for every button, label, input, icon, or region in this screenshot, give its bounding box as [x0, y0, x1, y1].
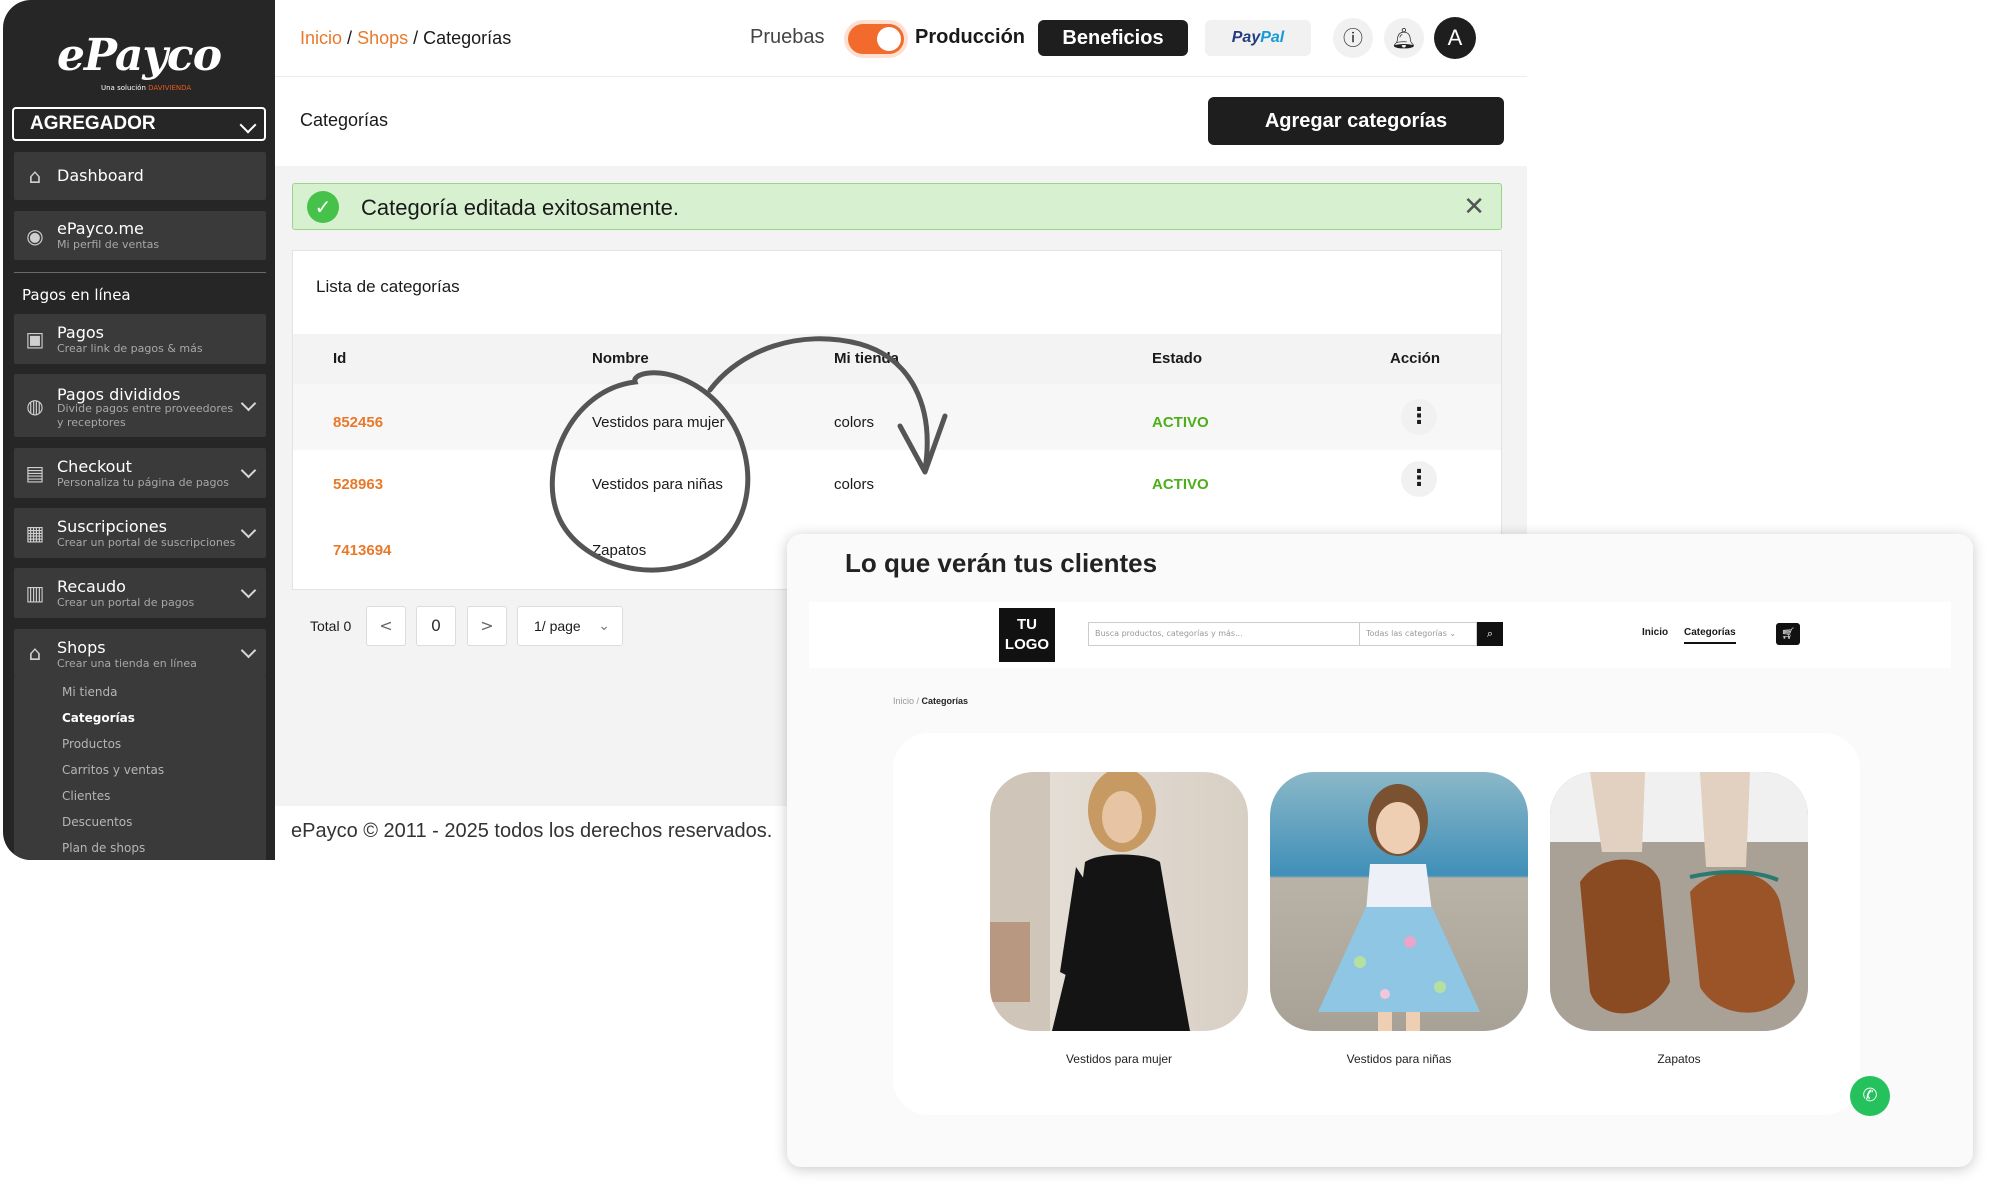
preview-title: Lo que verán tus clientes	[845, 548, 1158, 578]
store-icon: ⌂	[28, 641, 42, 665]
paypal-pay: Pay	[1231, 29, 1261, 46]
row-id[interactable]: 852456	[333, 414, 383, 431]
alert-message: Categoría editada exitosamente.	[361, 195, 679, 220]
submenu-item-descuentos[interactable]: Descuentos	[62, 815, 132, 829]
sidebar-item-checkout[interactable]: ▤ Checkout Personaliza tu página de pago…	[14, 448, 266, 498]
more-actions-icon[interactable]: ⋮	[1401, 461, 1437, 497]
sidebar-item-pagos-divididos[interactable]: ◍ Pagos divididos Divide pagos entre pro…	[14, 374, 266, 437]
logo-tagline: Una solución DAVIVIENDA	[101, 84, 192, 92]
money-icon: ▣	[25, 327, 45, 351]
submenu-item-mi-tienda[interactable]: Mi tienda	[62, 685, 118, 699]
girl-dress-image	[1318, 784, 1480, 1031]
breadcrumb-current: Categorías	[423, 28, 512, 48]
sidebar: ePayco Una solución DAVIVIENDA AGREGADOR…	[3, 0, 275, 860]
bell-icon[interactable]: 🔔︎	[1384, 18, 1424, 58]
prev-page-button[interactable]: <	[366, 606, 406, 646]
col-estado: Estado	[1152, 350, 1203, 367]
footer-copyright: ePayco © 2011 - 2025 todos los derechos …	[291, 820, 773, 842]
sidebar-item-recaudo[interactable]: ▥ Recaudo Crear un portal de pagos	[14, 568, 266, 618]
success-alert: ✓ Categoría editada exitosamente. ✕	[292, 183, 1502, 230]
account-type-select[interactable]: AGREGADOR	[12, 107, 266, 141]
breadcrumb: Inicio / Shops / Categorías	[300, 28, 512, 48]
paypal-button[interactable]: PayPal	[1205, 20, 1311, 56]
subscription-icon: ▦	[25, 521, 45, 545]
submenu-item-carritos[interactable]: Carritos y ventas	[62, 763, 164, 777]
submenu-item-clientes[interactable]: Clientes	[62, 789, 110, 803]
env-test-label: Pruebas	[750, 26, 825, 48]
shops-submenu: Mi tienda Categorías Productos Carritos …	[14, 677, 266, 860]
chevron-down-icon	[240, 462, 257, 479]
info-icon[interactable]: ⓘ	[1333, 18, 1373, 58]
col-accion: Acción	[1390, 350, 1441, 367]
close-icon[interactable]: ✕	[1463, 192, 1485, 222]
store-category-select[interactable]: Todas las categorías ⌄	[1359, 622, 1477, 646]
benefits-button[interactable]: Beneficios	[1038, 20, 1188, 56]
store-nav-inicio[interactable]: Inicio	[1642, 627, 1668, 638]
cart-icon[interactable]: 🛒︎	[1776, 623, 1800, 645]
pagination-total: Total 0	[310, 618, 352, 634]
chevron-down-icon	[239, 116, 257, 134]
section-label: Pagos en línea	[22, 286, 131, 304]
col-id: Id	[333, 350, 347, 367]
page-number[interactable]: 0	[416, 606, 456, 646]
row-state: ACTIVO	[1152, 414, 1209, 431]
next-page-button[interactable]: >	[467, 606, 507, 646]
paypal-pal: Pal	[1260, 29, 1285, 46]
checkout-icon: ▤	[25, 461, 45, 485]
submenu-item-productos[interactable]: Productos	[62, 737, 121, 751]
collection-icon: ▥	[25, 581, 45, 605]
whatsapp-icon[interactable]: ✆	[1850, 1076, 1890, 1116]
breadcrumb-shops[interactable]: Shops	[357, 28, 408, 48]
profile-icon: ◉	[26, 223, 44, 248]
chevron-down-icon	[240, 582, 257, 599]
chevron-down-icon	[240, 642, 257, 659]
sidebar-item-epayco-me[interactable]: ◉ ePayco.me Mi perfil de ventas	[14, 211, 266, 260]
env-prod-label: Producción	[915, 26, 1026, 48]
home-icon: ⌂	[28, 164, 42, 188]
add-category-button[interactable]: Agregar categorías	[1208, 97, 1504, 145]
submenu-item-plan-de-shops[interactable]: Plan de shops	[62, 841, 145, 855]
category-label-girls[interactable]: Vestidos para niñas	[1270, 1052, 1528, 1066]
sidebar-divider	[14, 272, 266, 273]
store-search-input[interactable]: Busca productos, categorías y más... Tod…	[1088, 622, 1503, 646]
toggle-knob	[877, 27, 901, 51]
category-label-women[interactable]: Vestidos para mujer	[990, 1052, 1248, 1066]
avatar[interactable]: A	[1434, 17, 1476, 59]
epayco-logo: ePayco	[56, 30, 222, 81]
category-image-women-dresses[interactable]	[990, 772, 1248, 1031]
page-title: Categorías	[300, 110, 389, 130]
check-icon: ✓	[307, 191, 339, 223]
list-title: Lista de categorías	[316, 277, 460, 296]
search-icon[interactable]: ⌕	[1477, 622, 1503, 646]
chevron-down-icon: ⌄	[598, 617, 610, 633]
sidebar-item-shops[interactable]: ⌂ Shops Crear una tienda en línea	[14, 629, 266, 677]
row-id[interactable]: 7413694	[333, 542, 391, 559]
store-logo: TU LOGO	[999, 608, 1055, 662]
more-actions-icon[interactable]: ⋮	[1401, 399, 1437, 435]
category-label-shoes[interactable]: Zapatos	[1550, 1052, 1808, 1066]
store-breadcrumb: Inicio / Categorías	[893, 696, 969, 706]
page-size-select[interactable]: 1/ page ⌄	[517, 606, 623, 646]
chevron-down-icon	[240, 395, 257, 411]
shoes-image	[1550, 772, 1808, 1031]
chevron-down-icon	[240, 522, 257, 539]
category-image-girls-dresses[interactable]	[1270, 772, 1528, 1031]
sidebar-item-pagos[interactable]: ▣ Pagos Crear link de pagos & más	[14, 314, 266, 364]
row-id[interactable]: 528963	[333, 476, 383, 493]
sidebar-item-dashboard[interactable]: ⌂ Dashboard	[14, 152, 266, 200]
breadcrumb-inicio[interactable]: Inicio	[300, 28, 342, 48]
environment-toggle[interactable]	[848, 24, 904, 54]
header-divider	[275, 76, 1527, 77]
black-dress-image	[990, 772, 1190, 1031]
row-state: ACTIVO	[1152, 476, 1209, 493]
store-nav-categorias[interactable]: Categorías	[1684, 627, 1736, 644]
split-payment-icon: ◍	[26, 393, 44, 418]
sidebar-item-suscripciones[interactable]: ▦ Suscripciones Crear un portal de suscr…	[14, 508, 266, 558]
submenu-item-categorias[interactable]: Categorías	[62, 711, 135, 725]
category-image-shoes[interactable]	[1550, 772, 1808, 1031]
